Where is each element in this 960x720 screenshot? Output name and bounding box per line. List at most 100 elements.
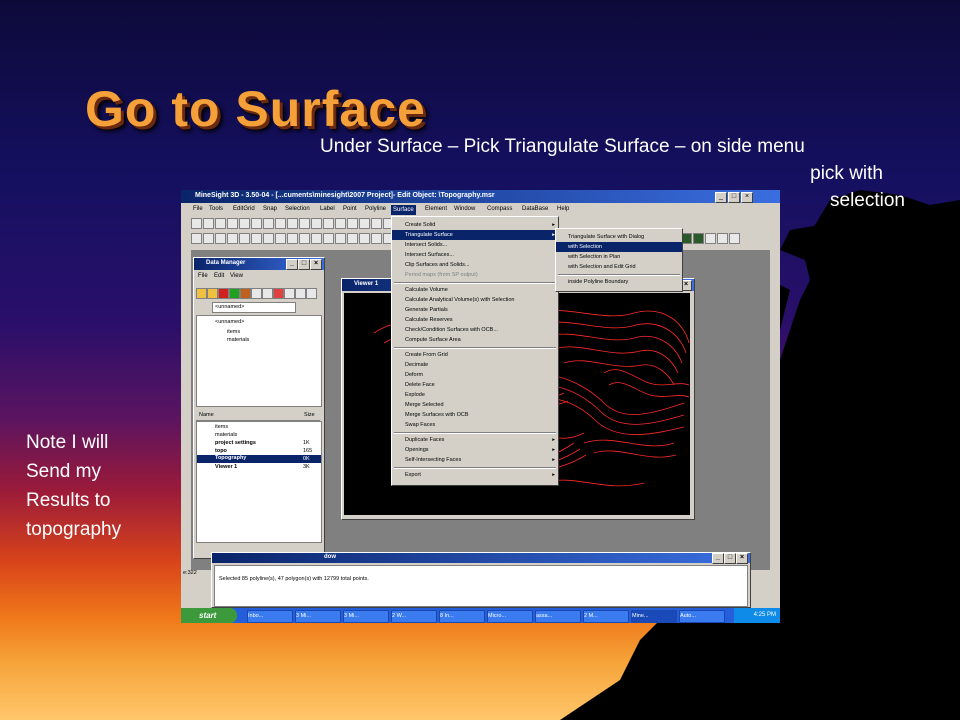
menu-item-triangulate-surface[interactable]: Triangulate Surface ▸ <box>392 230 558 240</box>
close-button[interactable]: × <box>741 192 753 203</box>
menu-selection[interactable]: Selection <box>285 206 310 212</box>
folder-icon[interactable] <box>196 288 207 299</box>
list-item[interactable]: topo <box>215 448 227 454</box>
tool-icon[interactable] <box>287 233 298 244</box>
tool-icon[interactable] <box>251 288 262 299</box>
menu-item-calculate-reserves[interactable]: Calculate Reserves <box>392 315 558 325</box>
menu-label[interactable]: Label <box>320 206 335 212</box>
tool-icon[interactable] <box>191 218 202 229</box>
menu-item-intersect-solids[interactable]: Intersect Solids... <box>392 240 558 250</box>
menu-editgrid[interactable]: EditGrid <box>233 206 255 212</box>
tool-icon[interactable] <box>275 218 286 229</box>
tool-icon[interactable] <box>299 218 310 229</box>
column-header-size[interactable]: Size <box>304 412 315 418</box>
maximize-button[interactable]: □ <box>728 192 740 203</box>
close-button[interactable]: × <box>736 553 748 564</box>
menu-item-generate-partials[interactable]: Generate Partials <box>392 305 558 315</box>
tool-icon[interactable] <box>284 288 295 299</box>
tool-icon[interactable] <box>359 218 370 229</box>
tool-icon[interactable] <box>335 218 346 229</box>
menu-item-merge-selected[interactable]: Merge Selected <box>392 400 558 410</box>
tool-icon[interactable] <box>263 218 274 229</box>
tool-icon[interactable] <box>275 233 286 244</box>
taskbar-item[interactable]: Micro... <box>487 610 533 623</box>
minimize-button[interactable]: _ <box>715 192 727 203</box>
tool-icon[interactable] <box>263 233 274 244</box>
tool-icon[interactable] <box>251 233 262 244</box>
menu-item-triangulate-with-dialog[interactable]: Triangulate Surface with Dialog <box>556 232 682 242</box>
menu-item-deform[interactable]: Deform <box>392 370 558 380</box>
tree-node[interactable]: <unnamed> <box>215 319 244 325</box>
menu-item-calculate-volume[interactable]: Calculate Volume <box>392 285 558 295</box>
menu-item-clip-surfaces[interactable]: Clip Surfaces and Solids... <box>392 260 558 270</box>
tool-icon[interactable] <box>729 233 740 244</box>
tool-icon[interactable] <box>335 233 346 244</box>
menu-point[interactable]: Point <box>343 206 357 212</box>
taskbar-item[interactable]: 3 Mi... <box>295 610 341 623</box>
menu-item-delete-face[interactable]: Delete Face <box>392 380 558 390</box>
tool-icon[interactable] <box>191 233 202 244</box>
minimize-button[interactable]: _ <box>286 259 298 270</box>
tool-icon[interactable] <box>347 218 358 229</box>
tool-icon[interactable] <box>215 233 226 244</box>
menu-item-swap-faces[interactable]: Swap Faces <box>392 420 558 430</box>
menu-item-create-solid[interactable]: Create Solid ▸ <box>392 220 558 230</box>
menu-item-decimate[interactable]: Decimate <box>392 360 558 370</box>
tool-icon[interactable] <box>359 233 370 244</box>
menu-item-merge-surfaces-ocb[interactable]: Merge Surfaces with OCB <box>392 410 558 420</box>
tool-icon[interactable] <box>262 288 273 299</box>
taskbar-item[interactable]: Inbo... <box>247 610 293 623</box>
menu-window[interactable]: Window <box>454 206 475 212</box>
dm-location-dropdown[interactable]: <unnamed> <box>212 302 296 313</box>
maximize-button[interactable]: □ <box>298 259 310 270</box>
minimize-button[interactable]: _ <box>712 553 724 564</box>
tool-icon[interactable] <box>693 233 704 244</box>
tool-icon[interactable] <box>299 233 310 244</box>
taskbar-item[interactable]: 2 M... <box>583 610 629 623</box>
menu-item-intersect-surfaces[interactable]: Intersect Surfaces... <box>392 250 558 260</box>
start-button[interactable]: start <box>181 608 237 623</box>
menu-polyline[interactable]: Polyline <box>365 206 386 212</box>
tool-icon[interactable] <box>239 218 250 229</box>
menu-item-create-from-grid[interactable]: Create From Grid <box>392 350 558 360</box>
menu-item-explode[interactable]: Explode <box>392 390 558 400</box>
tool-icon[interactable] <box>717 233 728 244</box>
menu-item-check-condition-surfaces[interactable]: Check/Condition Surfaces with OCB... <box>392 325 558 335</box>
taskbar-item[interactable]: 2 W... <box>391 610 437 623</box>
maximize-button[interactable]: □ <box>724 553 736 564</box>
menu-item-calculate-analytical-volume[interactable]: Calculate Analytical Volume(s) with Sele… <box>392 295 558 305</box>
tool-icon[interactable] <box>295 288 306 299</box>
tool-icon[interactable] <box>227 218 238 229</box>
tool-icon[interactable] <box>251 218 262 229</box>
tool-icon[interactable] <box>240 288 251 299</box>
tool-icon[interactable] <box>371 218 382 229</box>
tool-icon[interactable] <box>311 233 322 244</box>
tool-icon[interactable] <box>273 288 284 299</box>
menu-item-with-selection-in-plan[interactable]: with Selection in Plan <box>556 252 682 262</box>
dm-menu-edit[interactable]: Edit <box>214 273 224 279</box>
tool-icon[interactable] <box>705 233 716 244</box>
menu-item-duplicate-faces[interactable]: Duplicate Faces ▸ <box>392 435 558 445</box>
taskbar-item[interactable]: assa... <box>535 610 581 623</box>
tree-node[interactable]: materials <box>227 337 249 343</box>
close-button[interactable]: × <box>310 259 322 270</box>
menu-item-with-selection-edit-grid[interactable]: with Selection and Edit Grid <box>556 262 682 272</box>
system-tray-clock[interactable]: 4:25 PM <box>734 608 780 623</box>
taskbar-item[interactable]: Auto... <box>679 610 725 623</box>
menu-item-compute-surface-area[interactable]: Compute Surface Area <box>392 335 558 345</box>
taskbar-item[interactable]: 8 In... <box>439 610 485 623</box>
menu-help[interactable]: Help <box>557 206 569 212</box>
menu-file[interactable]: File <box>193 206 203 212</box>
tool-icon[interactable] <box>287 218 298 229</box>
tool-icon[interactable] <box>371 233 382 244</box>
menu-item-export[interactable]: Export ▸ <box>392 470 558 480</box>
tool-icon[interactable] <box>239 233 250 244</box>
menu-item-openings[interactable]: Openings ▸ <box>392 445 558 455</box>
tree-node[interactable]: items <box>227 329 240 335</box>
menu-item-with-selection[interactable]: with Selection <box>556 242 682 252</box>
menu-compass[interactable]: Compass <box>487 206 512 212</box>
menu-element[interactable]: Element <box>425 206 447 212</box>
column-header-name[interactable]: Name <box>199 412 214 418</box>
list-item[interactable]: materials <box>215 432 237 438</box>
tool-icon[interactable] <box>227 233 238 244</box>
